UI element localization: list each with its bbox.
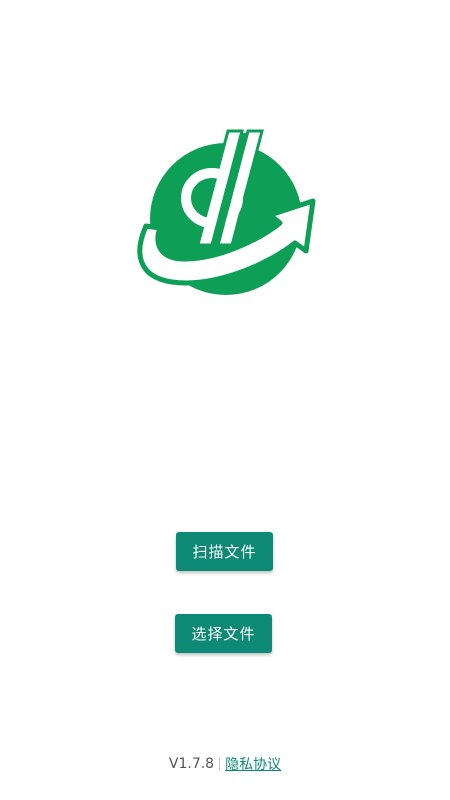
select-file-label: 选择文件 [191,625,256,643]
footer: V1.7.8 隐私协议 [0,754,450,774]
currency-arrow-logo-icon [137,129,316,295]
select-file-button[interactable]: 选择文件 [175,614,272,653]
privacy-policy-link[interactable]: 隐私协议 [225,754,281,774]
scan-file-label: 扫描文件 [192,543,257,561]
scan-file-button[interactable]: 扫描文件 [176,532,273,571]
app-logo [130,125,320,300]
footer-divider [219,757,221,771]
version-label: V1.7.8 [168,756,215,772]
